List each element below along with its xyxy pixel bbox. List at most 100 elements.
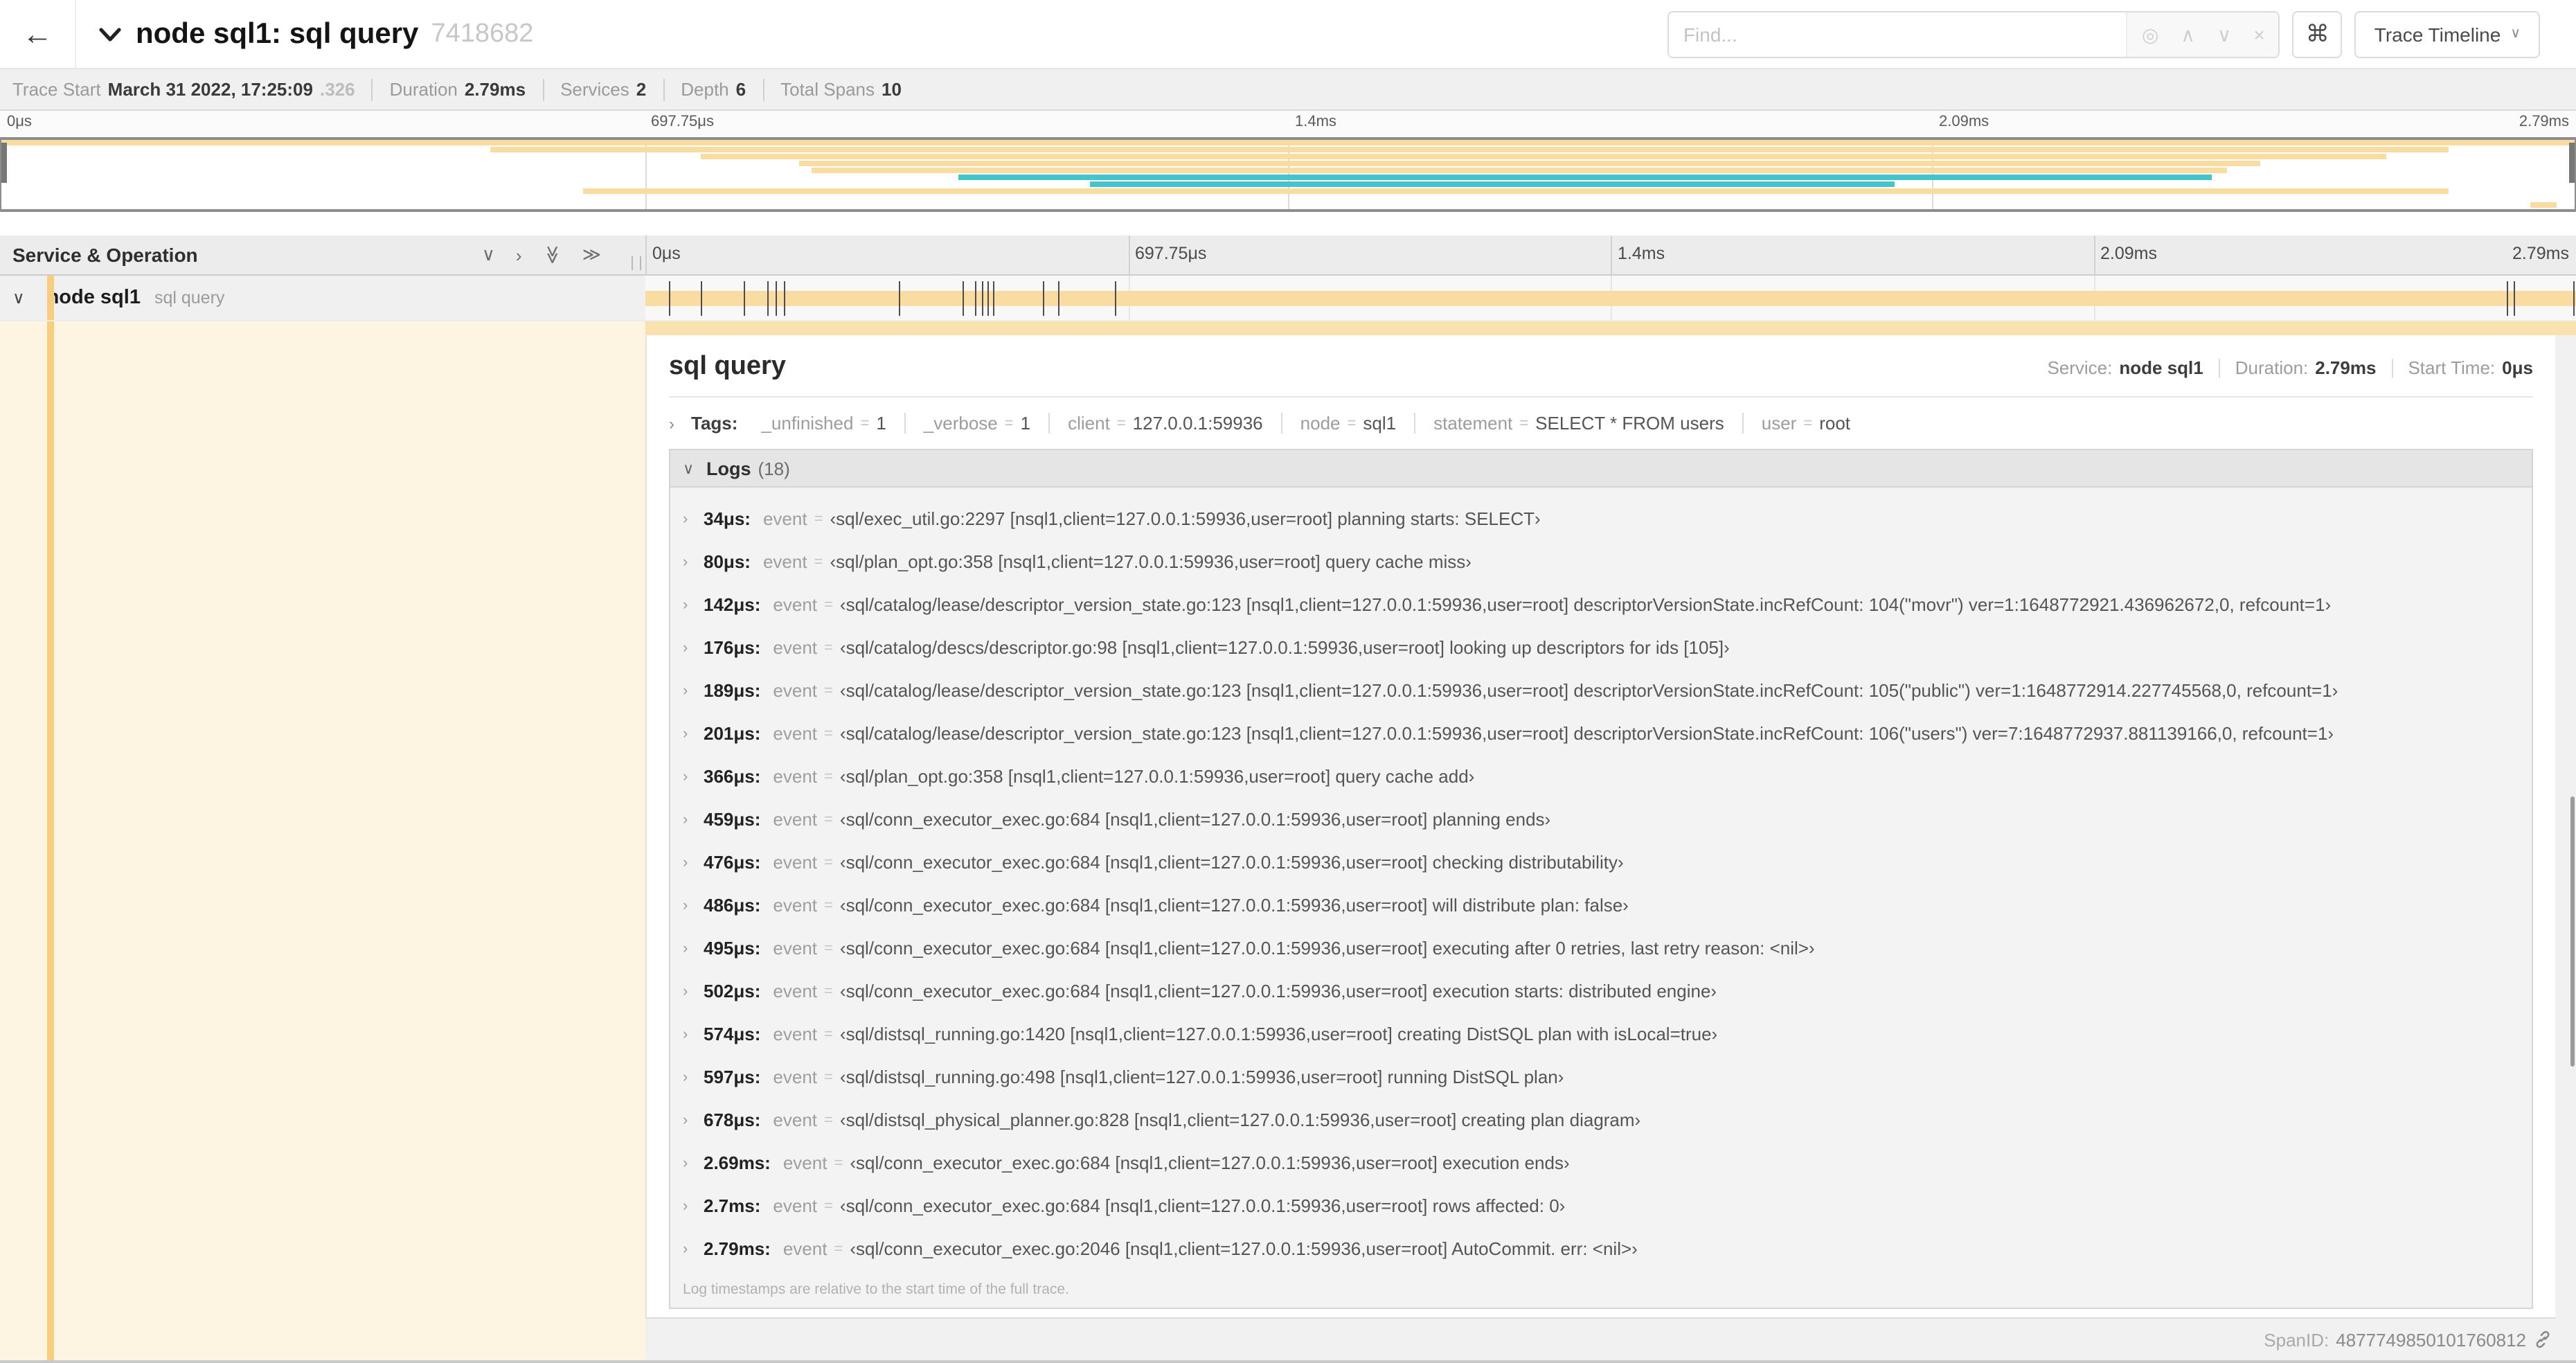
log-marker-tick (981, 281, 983, 316)
trace-view-selector-button[interactable]: Trace Timeline ∨ (2354, 10, 2540, 57)
chevron-down-icon: ∨ (683, 461, 695, 477)
locate-target-icon[interactable]: ◎ (2142, 24, 2158, 44)
prev-result-chevron-up-icon[interactable]: ∧ (2181, 24, 2195, 44)
chevron-right-icon: › (683, 1112, 688, 1128)
tags-list: _unfinished = 1 _verbose = 1 client = 127.0.0.1:… (743, 413, 1868, 434)
log-timestamp: 495μs: (704, 938, 761, 959)
span-timeline-cell[interactable] (645, 276, 2576, 320)
log-field-key: event (773, 981, 818, 1001)
log-row[interactable]: › 459μs: event = ‹sql/conn_executor_exec.go:… (670, 798, 2532, 841)
ruler-tick-label: 2.09ms (1939, 114, 1989, 130)
log-row[interactable]: › 574μs: event = ‹sql/distsql_running.go:142… (670, 1013, 2532, 1055)
log-row[interactable]: › 189μs: event = ‹sql/catalog/lease/descript… (670, 669, 2532, 712)
ruler-gridline (2093, 235, 2095, 274)
log-row[interactable]: › 80μs: event = ‹sql/plan_opt.go:358 [nsql1,… (670, 540, 2532, 583)
minimap-span-bar (812, 167, 2228, 174)
ruler-gridline (1128, 235, 1129, 274)
tags-row[interactable]: › Tags: _unfinished = 1 _verbose = 1 client = 12… (669, 413, 2533, 434)
ruler-tick-label: 2.79ms (2519, 114, 2569, 130)
log-row[interactable]: › 2.7ms: event = ‹sql/conn_executor_exec.go:… (670, 1184, 2532, 1227)
log-row[interactable]: › 486μs: event = ‹sql/conn_executor_exec.go:… (670, 884, 2532, 927)
link-icon[interactable] (2533, 1330, 2552, 1349)
chevron-right-icon: › (683, 596, 688, 613)
log-field-value: ‹sql/conn_executor_exec.go:2046 [nsql1,c… (850, 1238, 1638, 1259)
span-duration-bar[interactable] (645, 291, 2576, 306)
logs-count: (18) (758, 458, 790, 479)
minimap-span-bar (582, 188, 2449, 194)
log-field-key: event (773, 938, 818, 959)
next-result-chevron-down-icon[interactable]: ∨ (2217, 24, 2232, 44)
topbar-controls: ◎ ∧ ∨ × ⌘ Trace Timeline ∨ (1667, 10, 2540, 57)
tag-item: _verbose = 1 (904, 413, 1048, 434)
log-marker-tick (2507, 281, 2509, 316)
log-equals: = (824, 1069, 833, 1085)
log-marker-tick (1058, 281, 1060, 316)
trace-start-ms: .326 (319, 79, 355, 100)
log-row[interactable]: › 597μs: event = ‹sql/distsql_running.go:498… (670, 1055, 2532, 1098)
log-field-value: ‹sql/distsql_running.go:1420 [nsql1,clie… (839, 1024, 1718, 1044)
log-row[interactable]: › 678μs: event = ‹sql/distsql_physical_plann… (670, 1098, 2532, 1141)
span-color-accent (47, 321, 54, 335)
back-button[interactable]: ← (0, 0, 76, 68)
log-row[interactable]: › 176μs: event = ‹sql/catalog/descs/descript… (670, 626, 2532, 669)
log-row[interactable]: › 201μs: event = ‹sql/catalog/lease/descript… (670, 712, 2532, 755)
span-operation-name: sql query (154, 288, 225, 308)
log-equals: = (824, 768, 833, 785)
log-field-value: ‹sql/conn_executor_exec.go:684 [nsql1,cl… (839, 809, 1551, 830)
trace-minimap[interactable] (0, 137, 2576, 212)
log-row[interactable]: › 2.69ms: event = ‹sql/conn_executor_exec.go… (670, 1141, 2532, 1184)
log-field-key: event (773, 852, 818, 873)
expand-one-chevron-right-icon[interactable]: › (516, 244, 522, 265)
log-field-value: ‹sql/conn_executor_exec.go:684 [nsql1,cl… (850, 1152, 1570, 1173)
log-row[interactable]: › 502μs: event = ‹sql/conn_executor_exec.go:… (670, 970, 2532, 1013)
expand-all-double-chevron-right-icon[interactable]: ≫ (582, 244, 601, 266)
find-input[interactable] (1669, 12, 2127, 56)
log-timestamp: 2.69ms: (704, 1152, 771, 1173)
collapse-all-double-chevron-down-icon[interactable]: ≫ (541, 245, 563, 264)
minimap-left-scrubber-handle[interactable] (1, 143, 7, 183)
span-row[interactable]: ∨ node sql1 sql query (0, 276, 2576, 321)
minimap-span-bar (798, 160, 2261, 167)
log-equals: = (834, 1240, 843, 1257)
collapse-children-chevron-down-icon[interactable]: ∨ (12, 288, 25, 308)
log-field-value: ‹sql/plan_opt.go:358 [nsql1,client=127.0… (830, 551, 1472, 572)
log-field-key: event (773, 1024, 818, 1044)
log-timestamp: 2.7ms: (704, 1195, 761, 1216)
log-row[interactable]: › 34μs: event = ‹sql/exec_util.go:2297 [nsql… (670, 497, 2532, 540)
log-field-value: ‹sql/catalog/lease/descriptor_version_st… (839, 723, 2334, 744)
chevron-right-icon: › (683, 854, 688, 871)
log-field-value: ‹sql/conn_executor_exec.go:684 [nsql1,cl… (839, 852, 1624, 873)
minimap-span-row (1, 140, 2575, 146)
trace-id: 7418682 (431, 19, 534, 48)
total-spans-item: Total Spans 10 (762, 78, 902, 100)
clear-find-close-icon[interactable]: × (2253, 24, 2264, 44)
minimap-right-scrubber-handle[interactable] (2569, 143, 2575, 183)
chevron-right-icon: › (683, 811, 688, 828)
keyboard-shortcuts-button[interactable]: ⌘ (2292, 10, 2343, 57)
tag-key: _unfinished (761, 413, 854, 434)
ruler-gridline (645, 235, 647, 274)
chevron-right-icon: › (683, 768, 688, 785)
vertical-scrollbar-thumb[interactable] (2570, 796, 2575, 1067)
minimap-span-bar (1, 140, 2575, 146)
log-equals: = (824, 897, 833, 914)
span-name-cell[interactable]: ∨ node sql1 sql query (0, 276, 645, 320)
collapse-one-chevron-down-icon[interactable]: ∨ (482, 244, 495, 266)
log-field-key: event (773, 895, 818, 916)
service-value: node sql1 (2119, 357, 2203, 378)
log-field-value: ‹sql/conn_executor_exec.go:684 [nsql1,cl… (839, 981, 1717, 1001)
tag-item: statement = SELECT * FROM users (1414, 413, 1742, 434)
log-row[interactable]: › 495μs: event = ‹sql/conn_executor_exec.go:… (670, 927, 2532, 970)
log-row[interactable]: › 142μs: event = ‹sql/catalog/lease/descript… (670, 583, 2532, 626)
log-timestamp: 574μs: (704, 1024, 761, 1044)
column-resize-handle[interactable] (632, 256, 641, 270)
tag-key: node (1300, 413, 1341, 434)
collapse-trace-chevron-down-icon[interactable] (98, 26, 122, 42)
log-field-key: event (782, 1238, 828, 1259)
logs-header[interactable]: ∨ Logs (18) (670, 450, 2532, 488)
log-row[interactable]: › 366μs: event = ‹sql/plan_opt.go:358 [nsql1… (670, 755, 2532, 798)
log-row[interactable]: › 476μs: event = ‹sql/conn_executor_exec.go:… (670, 841, 2532, 884)
duration-value: 2.79ms (2315, 357, 2377, 378)
log-row[interactable]: › 2.79ms: event = ‹sql/conn_executor_exec.go… (670, 1227, 2532, 1270)
divider (669, 396, 2533, 398)
